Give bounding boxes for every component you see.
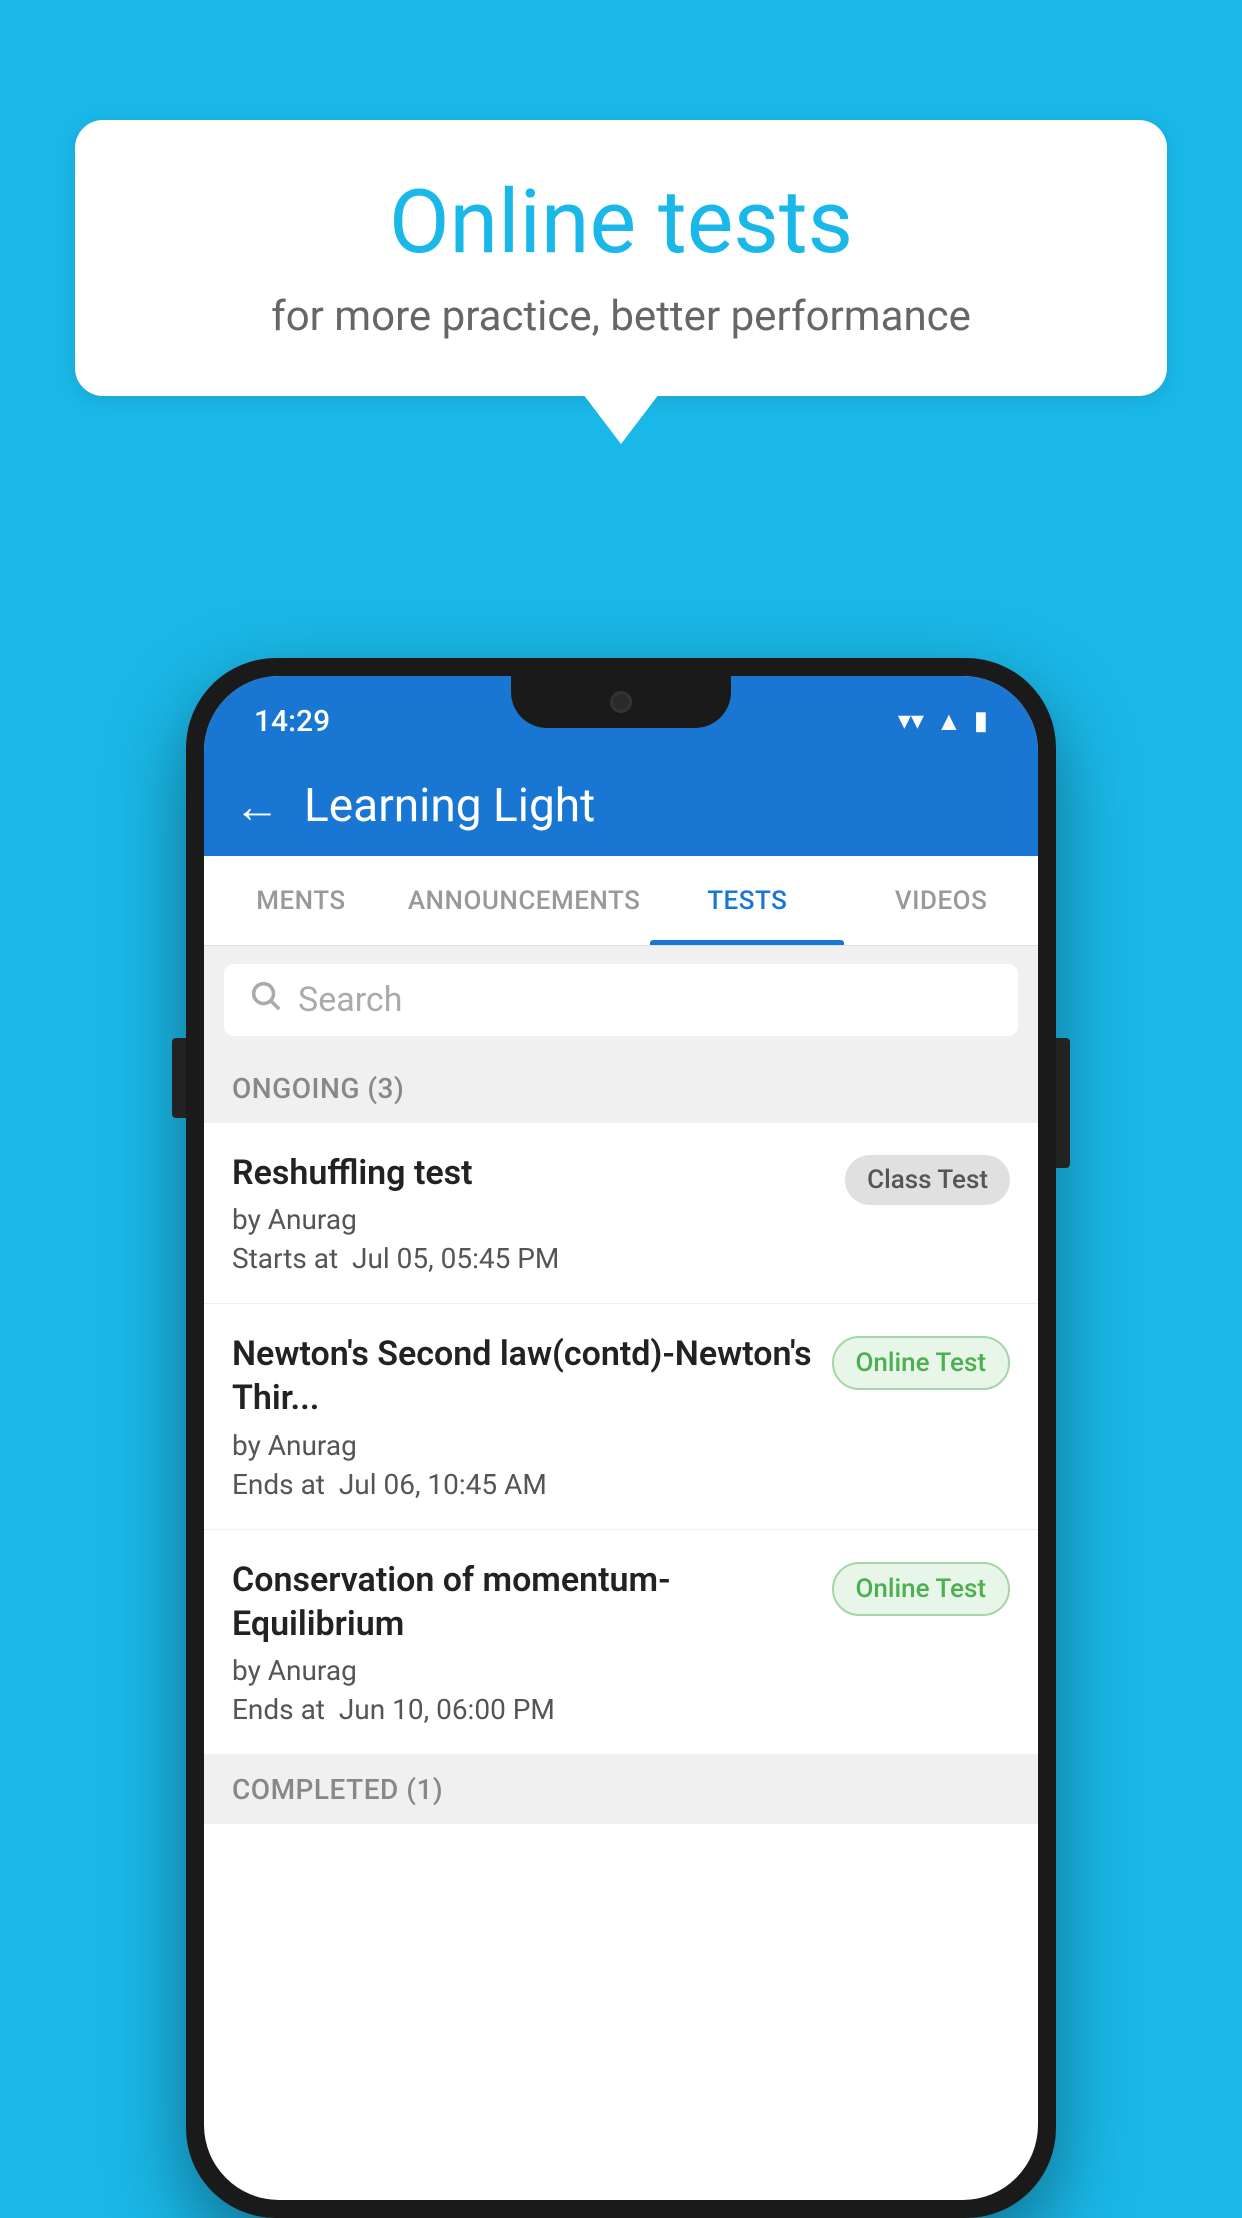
tab-videos[interactable]: VIDEOS [844, 856, 1038, 945]
status-time: 14:29 [254, 704, 330, 739]
bubble-subtitle: for more practice, better performance [135, 292, 1107, 341]
signal-icon: ▲ [936, 706, 962, 737]
test-time-newtons: Ends at Jul 06, 10:45 AM [232, 1468, 816, 1501]
test-info-conservation: Conservation of momentum-Equilibrium by … [232, 1558, 816, 1726]
test-name-conservation: Conservation of momentum-Equilibrium [232, 1558, 816, 1646]
speech-bubble: Online tests for more practice, better p… [75, 120, 1167, 396]
tab-ments[interactable]: MENTS [204, 856, 398, 945]
test-time-reshuffling: Starts at Jul 05, 05:45 PM [232, 1242, 829, 1275]
search-container: Search [204, 946, 1038, 1054]
test-item-reshuffling[interactable]: Reshuffling test by Anurag Starts at Jul… [204, 1123, 1038, 1304]
test-author-conservation: by Anurag [232, 1654, 816, 1687]
test-info-reshuffling: Reshuffling test by Anurag Starts at Jul… [232, 1151, 829, 1275]
test-badge-reshuffling: Class Test [845, 1155, 1010, 1205]
tab-announcements[interactable]: ANNOUNCEMENTS [398, 856, 651, 945]
test-item-newtons[interactable]: Newton's Second law(contd)-Newton's Thir… [204, 1304, 1038, 1529]
test-author-newtons: by Anurag [232, 1429, 816, 1462]
search-placeholder: Search [298, 980, 402, 1020]
battery-icon: ▮ [974, 706, 988, 736]
wifi-icon: ▾▾ [898, 706, 924, 736]
front-camera [610, 691, 632, 713]
back-button[interactable]: ← [234, 779, 280, 834]
app-bar: ← Learning Light [204, 756, 1038, 856]
test-list: Reshuffling test by Anurag Starts at Jul… [204, 1123, 1038, 1755]
test-time-conservation: Ends at Jun 10, 06:00 PM [232, 1693, 816, 1726]
tab-tests[interactable]: TESTS [650, 856, 844, 945]
search-icon [248, 978, 282, 1022]
phone-notch [511, 676, 731, 728]
bubble-title: Online tests [135, 175, 1107, 272]
test-name-reshuffling: Reshuffling test [232, 1151, 829, 1195]
phone-inner: 14:29 ▾▾ ▲ ▮ ← Learning Light MENTS ANNO… [204, 676, 1038, 2200]
phone-mockup: 14:29 ▾▾ ▲ ▮ ← Learning Light MENTS ANNO… [186, 658, 1056, 2218]
test-item-conservation[interactable]: Conservation of momentum-Equilibrium by … [204, 1530, 1038, 1755]
app-title: Learning Light [304, 779, 595, 833]
search-bar[interactable]: Search [224, 964, 1018, 1036]
test-name-newtons: Newton's Second law(contd)-Newton's Thir… [232, 1332, 816, 1420]
phone-outer: 14:29 ▾▾ ▲ ▮ ← Learning Light MENTS ANNO… [186, 658, 1056, 2218]
test-badge-conservation: Online Test [832, 1562, 1011, 1616]
completed-section-header: COMPLETED (1) [204, 1755, 1038, 1824]
ongoing-section-header: ONGOING (3) [204, 1054, 1038, 1123]
test-badge-newtons: Online Test [832, 1336, 1011, 1390]
promo-section: Online tests for more practice, better p… [75, 120, 1167, 444]
test-author-reshuffling: by Anurag [232, 1203, 829, 1236]
bubble-arrow [583, 394, 659, 444]
test-info-newtons: Newton's Second law(contd)-Newton's Thir… [232, 1332, 816, 1500]
status-icons: ▾▾ ▲ ▮ [898, 706, 988, 737]
tab-bar: MENTS ANNOUNCEMENTS TESTS VIDEOS [204, 856, 1038, 946]
